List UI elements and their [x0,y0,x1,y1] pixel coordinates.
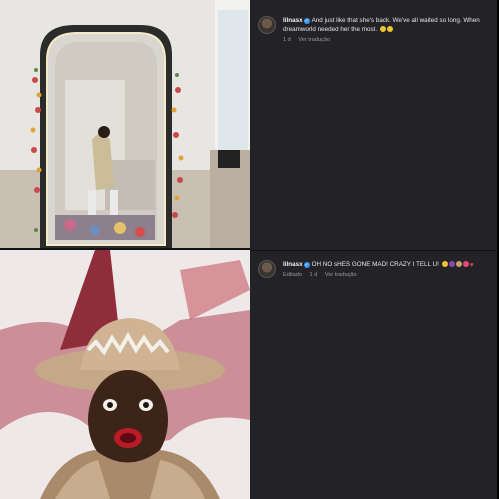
username-link[interactable]: lilnasx [283,17,303,24]
laugh-emoji-icon [441,261,448,267]
see-translation-link[interactable]: Ver tradução [325,272,357,278]
screen: lilnasx ✓ And just like that she's back. W… [0,0,499,499]
username-link[interactable]: lilnasx [283,261,303,268]
comment-time: 1 d [309,272,318,278]
comment-time: 1 d [283,37,291,43]
edited-label: Editado [283,272,302,278]
verified-badge-icon: ✓ [303,18,310,24]
see-translation-link[interactable]: Ver tradução [298,37,330,43]
comment-item: lilnasx ✓ And just like that she's back. W… [258,16,491,43]
comment-body: lilnasx ✓ OH NO sHES GONE MAD! CRAZY I TEL… [283,260,491,269]
hands-emoji-icon [455,261,462,267]
comment-panel-1: lilnasx ✓ And just like that she's back. W… [250,0,499,250]
comment-text: OH NO sHES GONE MAD! CRAZY I TELL U! [311,261,439,268]
avatar[interactable] [258,16,276,34]
mirror-selfie-photo[interactable] [0,0,250,248]
verified-badge-icon: ✓ [303,262,310,268]
comment-meta: 1 d Ver tradução [283,37,491,43]
pink-emoji-icon [462,261,469,267]
avatar[interactable] [258,260,276,278]
comment-meta: Editado 1 d Ver tradução [283,272,491,278]
comment-panel-2: lilnasx ✓ OH NO sHES GONE MAD! CRAZY I TEL… [250,250,499,499]
comment-body: lilnasx ✓ And just like that she's back. W… [283,16,491,34]
comment-item: lilnasx ✓ OH NO sHES GONE MAD! CRAZY I TEL… [258,260,491,278]
heart-emoji-icon: ♥ [469,262,474,269]
smile-emoji-icon [379,26,386,32]
smile-emoji-icon [386,26,393,32]
cowboy-closeup-photo[interactable] [0,250,250,499]
purple-devil-emoji-icon [448,261,455,267]
